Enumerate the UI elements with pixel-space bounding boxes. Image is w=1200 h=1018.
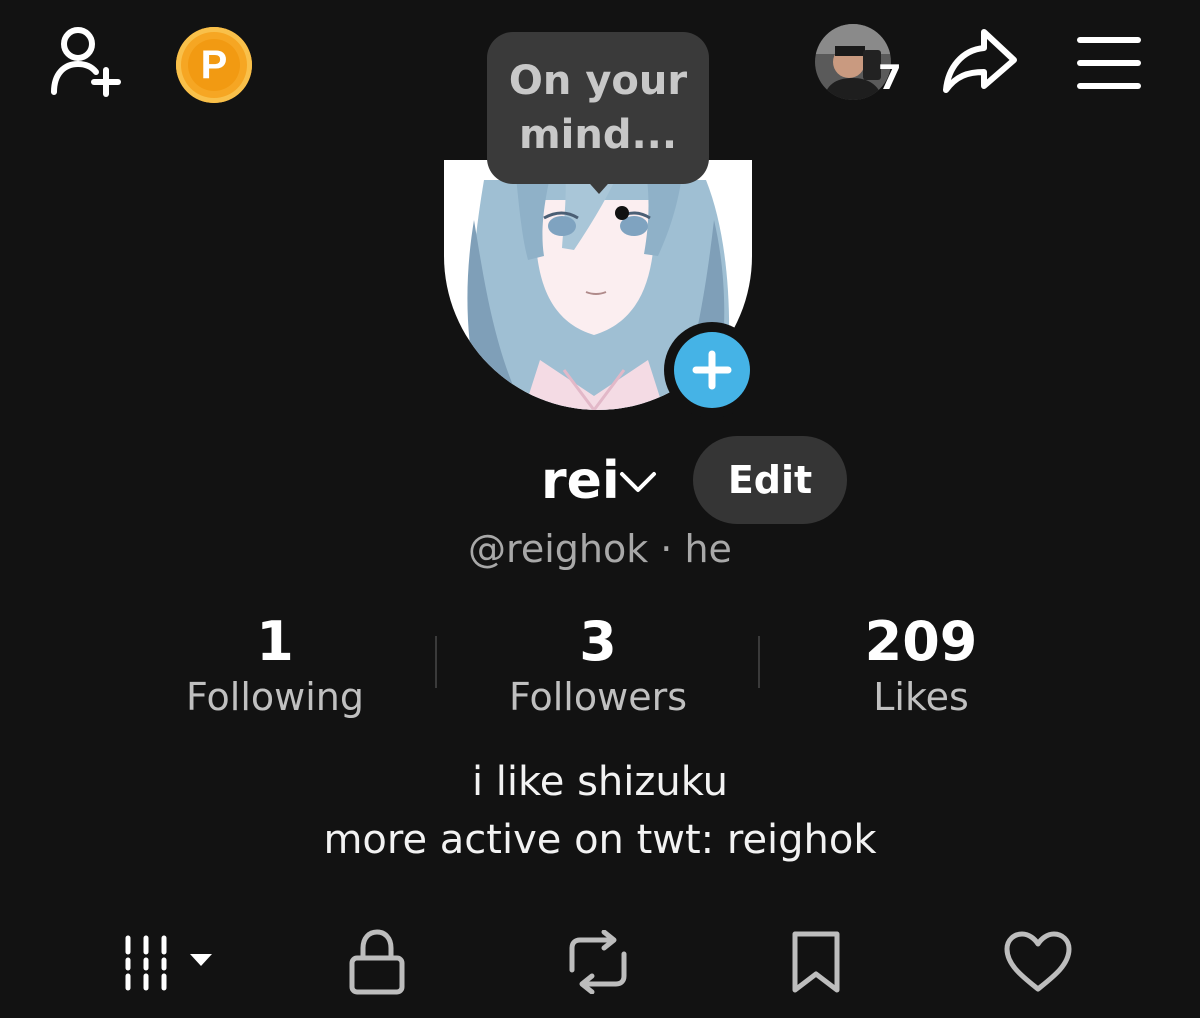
stat-followers[interactable]: 3 Followers [448, 612, 748, 722]
stat-likes[interactable]: 209 Likes [771, 612, 1071, 722]
chevron-down-icon[interactable] [618, 466, 658, 496]
plus-icon [674, 332, 750, 408]
likes-count: 209 [864, 610, 978, 673]
heart-icon[interactable] [996, 924, 1080, 1000]
profile-handle: @reighok · he [468, 527, 732, 571]
followers-label: Followers [509, 675, 687, 719]
bio-line: i like shizuku [471, 759, 729, 805]
tooltip-line-1: On your [508, 58, 688, 104]
menu-icon[interactable] [1074, 34, 1144, 92]
profile-name[interactable]: rei [541, 450, 620, 512]
followers-count: 3 [579, 610, 617, 673]
likes-label: Likes [873, 675, 969, 719]
following-label: Following [186, 675, 364, 719]
tooltip-dot [615, 206, 629, 220]
stat-divider [435, 636, 437, 688]
stat-divider [758, 636, 760, 688]
share-icon[interactable] [940, 24, 1022, 100]
bookmark-icon[interactable] [780, 924, 852, 1000]
lock-icon[interactable] [334, 924, 420, 1000]
coin-icon[interactable]: P [176, 27, 252, 103]
coin-letter: P [188, 39, 240, 91]
add-story-button[interactable] [664, 322, 760, 418]
bio-line: more active on twt: reighok [323, 817, 877, 863]
add-user-icon[interactable] [44, 24, 128, 104]
tooltip-line-2: mind... [518, 112, 678, 158]
following-count: 1 [256, 610, 294, 673]
tab-videos[interactable] [116, 924, 226, 1000]
repost-icon[interactable] [556, 924, 640, 1000]
tooltip-tail [583, 176, 615, 194]
story-count-badge: 7 [878, 58, 902, 98]
status-tooltip[interactable]: On your mind... [487, 32, 709, 184]
edit-profile-button[interactable]: Edit [693, 436, 847, 524]
stat-following[interactable]: 1 Following [125, 612, 425, 722]
